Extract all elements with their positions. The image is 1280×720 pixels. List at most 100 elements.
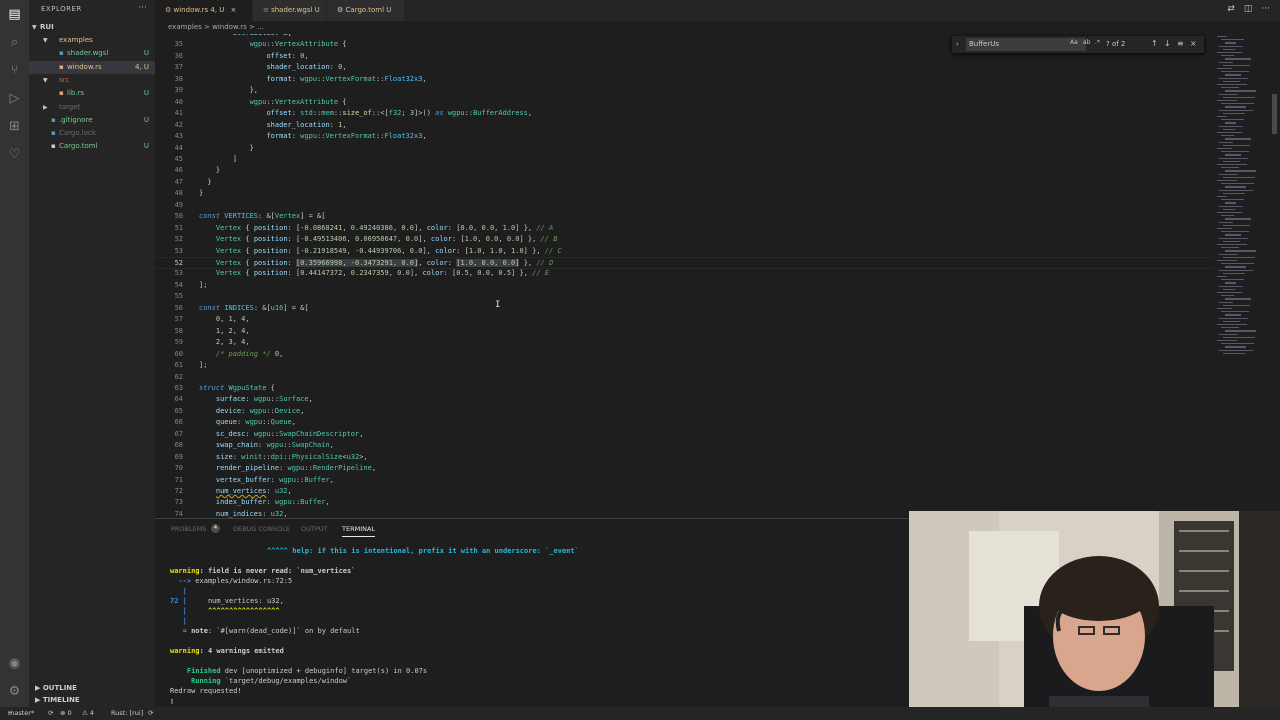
tree-item[interactable]: ▼ src xyxy=(29,74,155,87)
split-editor-icon[interactable]: ◫ xyxy=(1244,4,1253,14)
code-line[interactable]: 71 vertex_buffer: wgpu::Buffer, xyxy=(155,475,1215,487)
error-count[interactable]: ⊗ 0 xyxy=(60,707,72,720)
code-line[interactable]: 54]; xyxy=(155,280,1215,292)
tree-item[interactable]: ▪ Cargo.lock xyxy=(29,127,155,140)
heart-icon[interactable]: ♡ xyxy=(6,146,23,163)
regex-icon[interactable]: .* xyxy=(1095,39,1100,46)
sync-icon[interactable]: ⟳ xyxy=(48,707,53,720)
tab-debug-console[interactable]: DEBUG CONSOLE xyxy=(233,525,290,533)
code-line[interactable]: 51 Vertex { position: [-0.0868241, 0.492… xyxy=(155,223,1215,235)
source-control-icon[interactable]: ⑂ xyxy=(6,62,23,79)
tab-window-rs[interactable]: ⚙ window.rs 4, U × xyxy=(155,0,253,21)
tab-terminal[interactable]: TERMINAL xyxy=(342,525,376,537)
code-line[interactable]: 65 device: wgpu::Device, xyxy=(155,406,1215,418)
sync-icon[interactable]: ⟳ xyxy=(148,707,153,720)
code-line[interactable]: 59 2, 3, 4, xyxy=(155,337,1215,349)
code-line[interactable]: 67 sc_desc: wgpu::SwapChainDescriptor, xyxy=(155,429,1215,441)
code-line[interactable]: 48} xyxy=(155,188,1215,200)
code-line[interactable]: 63 struct WgpuState { xyxy=(155,383,1215,395)
close-icon[interactable]: × xyxy=(230,6,236,14)
code-text: wgpu::VertexAttribute { xyxy=(249,40,347,49)
warning-count[interactable]: ⚠ 4 xyxy=(82,707,94,720)
chevron-right-icon[interactable]: › xyxy=(956,40,959,48)
code-line[interactable]: 40 wgpu::VertexAttribute { xyxy=(155,97,1215,109)
code-line[interactable]: 44 } xyxy=(155,143,1215,155)
tab-problems[interactable]: PROBLEMS xyxy=(171,525,206,533)
next-match-icon[interactable]: ↓ xyxy=(1164,39,1171,48)
code-line[interactable]: 58 1, 2, 4, xyxy=(155,326,1215,338)
tab-cargo-toml[interactable]: ⚙ Cargo.toml U xyxy=(327,0,405,21)
code-line[interactable]: 66 queue: wgpu::Queue, xyxy=(155,417,1215,429)
compare-icon[interactable]: ⇄ xyxy=(1227,4,1235,14)
code-line[interactable]: 38 format: wgpu::VertexFormat::Float32x3… xyxy=(155,74,1215,86)
language-server-status[interactable]: Rust: [rui] xyxy=(111,707,143,720)
code-line[interactable]: 39 }, xyxy=(155,85,1215,97)
minimap[interactable] xyxy=(1215,34,1270,518)
code-editor[interactable]: attributes: &[35 wgpu::VertexAttribute {… xyxy=(155,34,1215,518)
code-line[interactable]: 57 0, 1, 4, xyxy=(155,314,1215,326)
code-line[interactable]: 49 xyxy=(155,200,1215,212)
tree-item[interactable]: ▪ lib.rs U xyxy=(29,87,155,100)
breadcrumb[interactable]: examples > window.rs > ... xyxy=(155,21,1280,34)
tree-item[interactable]: ▪ .gitignore U xyxy=(29,114,155,127)
code-line[interactable]: 46 } xyxy=(155,165,1215,177)
code-text: struct WgpuState { xyxy=(199,383,275,392)
previous-match-icon[interactable]: ↑ xyxy=(1151,39,1158,48)
editor-scrollbar[interactable] xyxy=(1270,34,1280,518)
code-line[interactable]: 60 /* padding */ 0, xyxy=(155,349,1215,361)
more-actions-icon[interactable]: ··· xyxy=(138,3,147,13)
timeline-section[interactable]: ▶ TIMELINE xyxy=(29,694,155,707)
gear-icon[interactable]: ⚙ xyxy=(6,683,23,700)
code-line[interactable]: 64 surface: wgpu::Surface, xyxy=(155,394,1215,406)
minimap-line xyxy=(1217,100,1237,102)
scrollbar-thumb[interactable] xyxy=(1272,94,1277,134)
close-icon[interactable]: × xyxy=(1190,39,1197,48)
code-line[interactable]: 70 render_pipeline: wgpu::RenderPipeline… xyxy=(155,463,1215,475)
code-line[interactable]: 45 ] xyxy=(155,154,1215,166)
search-icon[interactable]: ⌕ xyxy=(6,34,23,51)
tab-output[interactable]: OUTPUT xyxy=(301,525,328,533)
code-line[interactable]: 42 shader_location: 1, xyxy=(155,120,1215,132)
code-line[interactable]: 72 num_vertices: u32, xyxy=(155,486,1215,498)
tree-item[interactable]: ▶ target xyxy=(29,101,155,114)
tree-item-label: .gitignore xyxy=(59,115,93,124)
more-actions-icon[interactable]: ··· xyxy=(1261,4,1270,14)
code-line[interactable]: 52 Vertex { position: [-0.49513406, 0.06… xyxy=(155,234,1215,246)
tab-shader-wgsl[interactable]: ≡ shader.wgsl U xyxy=(253,0,327,21)
code-line[interactable]: 55 xyxy=(155,291,1215,303)
code-line[interactable]: 68 swap_chain: wgpu::SwapChain, xyxy=(155,440,1215,452)
workspace-root[interactable]: ▼ RUI xyxy=(29,21,155,34)
explorer-icon[interactable]: ▤ xyxy=(6,6,23,23)
code-line[interactable]: 53 Vertex { position: [0.44147372, 0.234… xyxy=(155,268,1215,280)
code-text: surface: wgpu::Surface, xyxy=(215,395,313,404)
code-line[interactable]: 56 const INDICES: &[u16] = &[ xyxy=(155,303,1215,315)
chevron-down-icon: ▼ xyxy=(32,24,37,31)
code-line[interactable]: 41 offset: std::mem::size_of::<[f32; 3]>… xyxy=(155,108,1215,120)
minimap-line xyxy=(1225,106,1246,108)
tree-item[interactable]: ▼ examples xyxy=(29,34,155,47)
match-case-icon[interactable]: Aa xyxy=(1070,39,1078,46)
run-debug-icon[interactable]: ▷ xyxy=(6,90,23,107)
code-line[interactable]: 73 index_buffer: wgpu::Buffer, xyxy=(155,497,1215,509)
code-line[interactable]: 50 const VERTICES: &[Vertex] = &[ xyxy=(155,211,1215,223)
code-line[interactable]: 61]; xyxy=(155,360,1215,372)
minimap-line xyxy=(1219,253,1238,255)
tree-item[interactable]: ▪ shader.wgsl U xyxy=(29,47,155,60)
code-line[interactable]: 37 shader_location: 0, xyxy=(155,62,1215,74)
code-line[interactable]: 62 xyxy=(155,372,1215,384)
file-icon: ▪ xyxy=(59,49,64,58)
minimap-line xyxy=(1217,148,1232,150)
code-line[interactable]: 53 Vertex { position: [-0.21918549, -0.4… xyxy=(155,246,1215,258)
tree-item[interactable]: ▪ Cargo.toml U xyxy=(29,140,155,153)
code-line[interactable]: 43 format: wgpu::VertexFormat::Float32x3… xyxy=(155,131,1215,143)
find-input[interactable] xyxy=(966,38,1086,51)
line-number: 36 xyxy=(174,51,183,60)
code-line[interactable]: 47 } xyxy=(155,177,1215,189)
match-word-icon[interactable]: ab xyxy=(1083,39,1091,46)
tree-item[interactable]: ▪ window.rs 4, U xyxy=(29,60,155,74)
extensions-icon[interactable]: ⊞ xyxy=(6,118,23,135)
find-in-selection-icon[interactable]: ≡ xyxy=(1177,39,1184,48)
code-line[interactable]: 52 Vertex { position: [0.35966998, -0.34… xyxy=(155,257,1215,269)
code-line[interactable]: 69 size: winit::dpi::PhysicalSize<u32>, xyxy=(155,452,1215,464)
account-icon[interactable]: ◉ xyxy=(6,655,23,672)
